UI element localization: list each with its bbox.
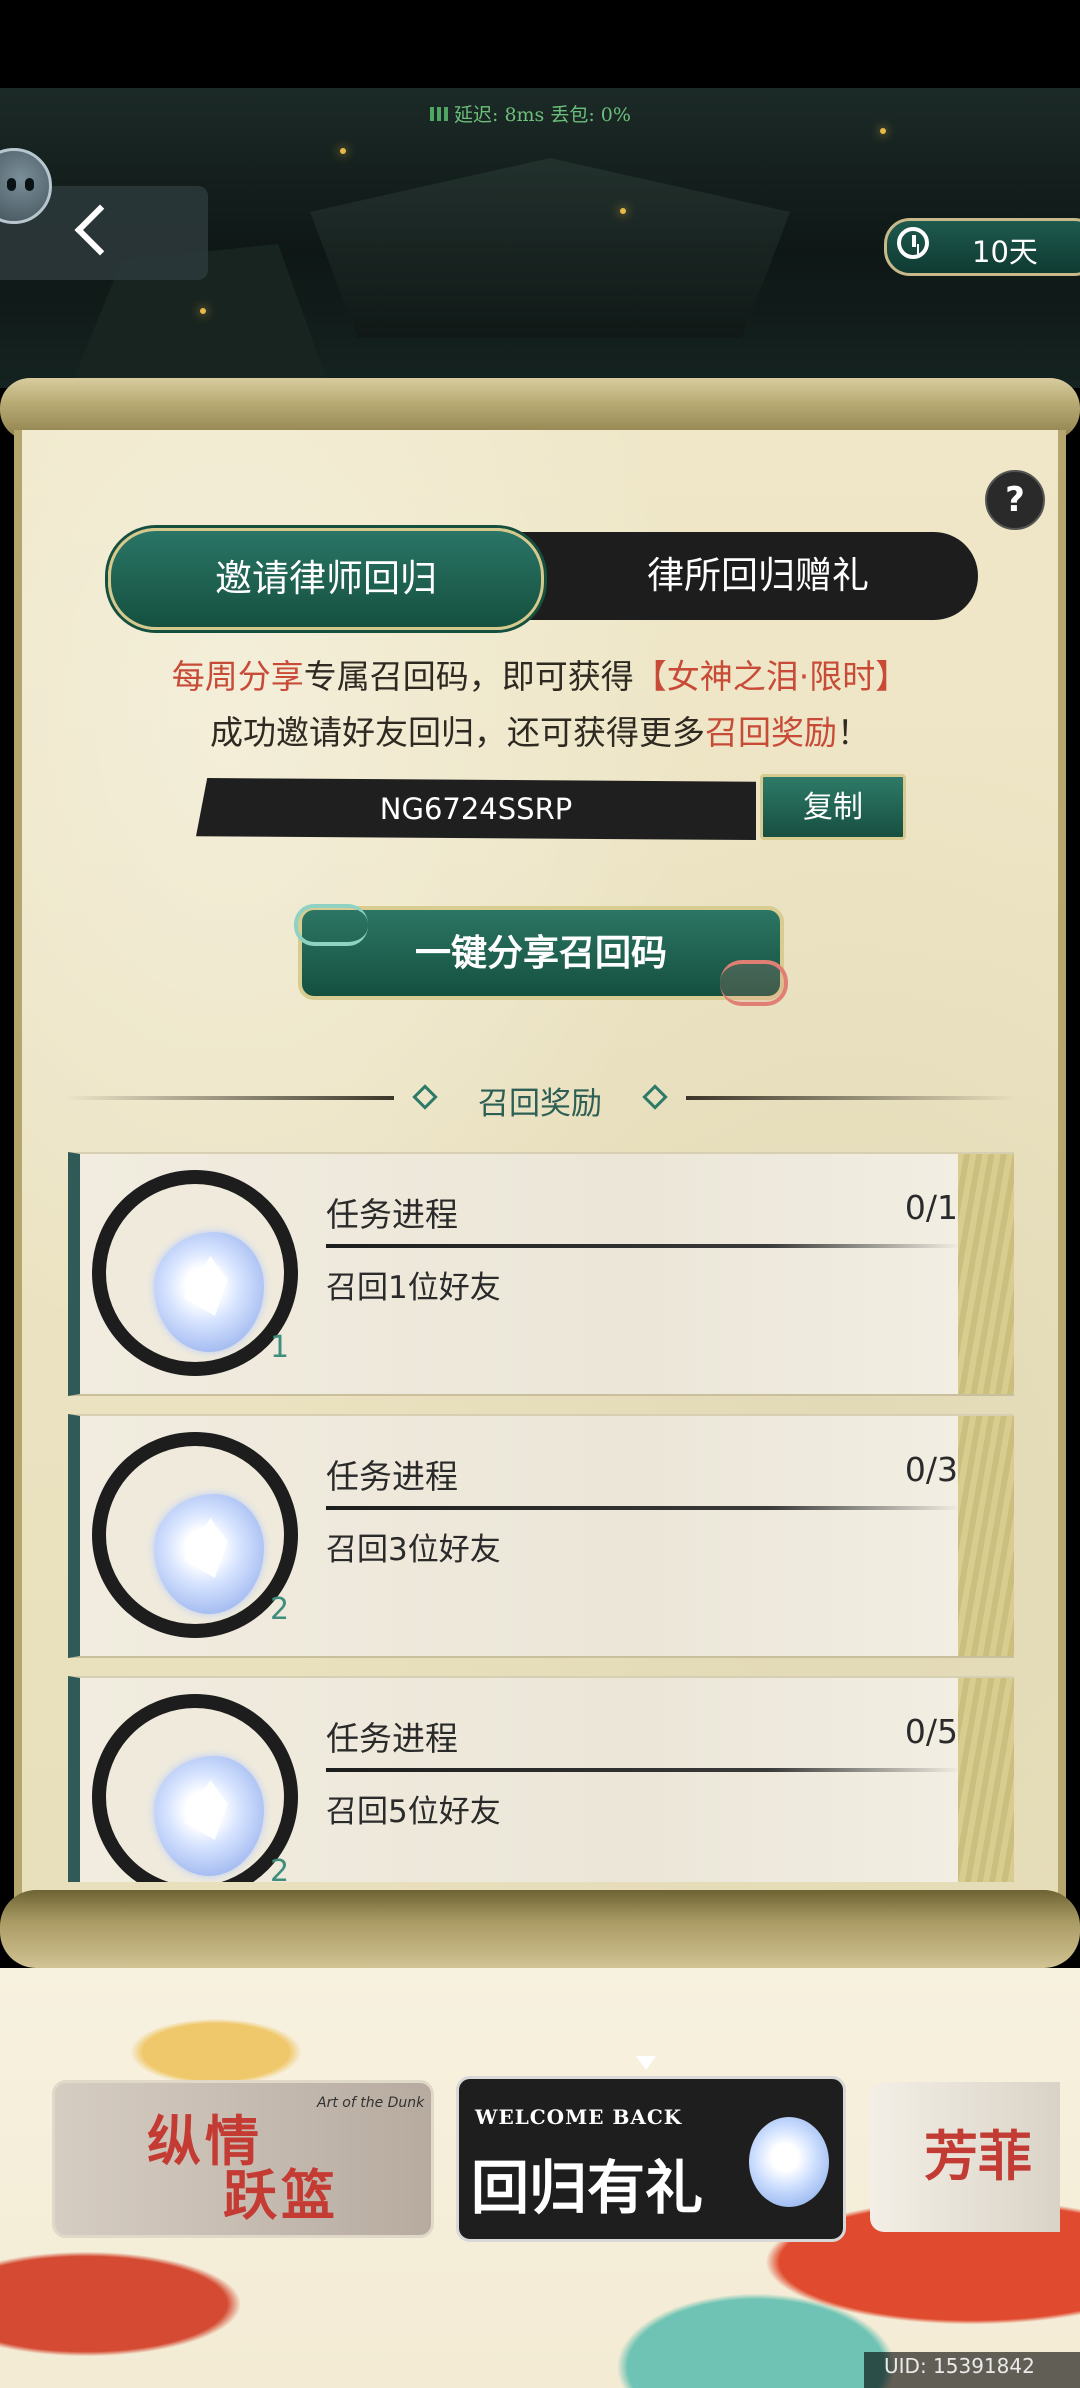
task-row: 2 任务进程 0/3 召回3位好友 [68,1414,1014,1658]
help-button[interactable]: ? [985,470,1045,530]
clock-icon [897,227,929,259]
task-list[interactable]: 1 任务进程 0/1 召回1位好友 2 任务进程 0/3 召回3位好友 2 任务… [68,1152,1014,1882]
task-description: 召回5位好友 [326,1794,501,1830]
task-row-edge [958,1154,1014,1394]
scroll-rod-bottom [0,1890,1080,1968]
sparkle-icon [200,308,206,314]
tab-invite-return[interactable]: 邀请律师回归 [108,528,544,630]
event-banner-dunk[interactable]: 纵情 跃篮 Art of the Dunk [52,2080,434,2238]
tear-gem-icon [154,1232,264,1352]
reward-slot[interactable] [92,1694,298,1882]
banner-title: 跃篮 [223,2163,339,2227]
intro-text: ！ [837,713,870,752]
sparkle-icon [340,148,346,154]
user-id: UID: 15391842 [884,2354,1035,2378]
copy-button[interactable]: 复制 [760,774,906,840]
task-description: 召回3位好友 [326,1532,501,1568]
rewards-title: 召回奖励 [478,1086,602,1122]
task-divider [326,1244,960,1248]
reward-slot[interactable] [92,1170,298,1376]
task-title: 任务进程 [326,1457,458,1496]
avatar-eye [25,178,34,191]
network-status-text: 延迟: 8ms 丢包: 0% [454,104,631,126]
tab-return-gift[interactable]: 律所回归赠礼 [468,532,978,620]
task-description: 召回1位好友 [326,1270,501,1306]
intro-line-2: 成功邀请好友回归，还可获得更多召回奖励！ [0,706,1080,754]
task-row-edge [958,1678,1014,1882]
cloud-ornament-icon [720,960,788,1006]
rewards-section-header: 召回奖励 [64,1078,1016,1122]
banner-title: 芳菲 [924,2124,1032,2188]
banner-subtitle: WELCOME BACK [475,2105,683,2129]
share-code-button[interactable]: 一键分享召回码 [294,904,788,1006]
task-progress: 0/5 [904,1712,958,1751]
task-divider [326,1768,960,1772]
task-row: 2 任务进程 0/5 召回5位好友 [68,1676,1014,1882]
timer-value: 10天 [972,235,1038,269]
task-row: 1 任务进程 0/1 召回1位好友 [68,1152,1014,1396]
task-row-edge [958,1416,1014,1656]
task-title: 任务进程 [326,1195,458,1234]
task-divider [326,1506,960,1510]
sparkle-icon [880,128,886,134]
reward-count: 2 [270,1854,290,1882]
cloud-ornament-icon [294,904,368,946]
network-status: 延迟: 8ms 丢包: 0% [430,100,631,127]
intro-highlight-reward: 【女神之泪·限时】 [633,657,909,696]
banner-title: 回归有礼 [471,2154,704,2222]
sparkle-icon [620,208,626,214]
temple-silhouette [310,158,790,338]
event-banner-next[interactable]: 芳菲 [870,2082,1060,2232]
intro-text: 成功邀请好友回归，还可获得更多 [210,713,705,752]
task-progress: 0/1 [904,1188,958,1227]
intro-text: 专属召回码，即可获得 [303,657,634,696]
event-banner-welcome-back[interactable]: WELCOME BACK 回归有礼 [456,2076,846,2242]
intro-highlight-recall: 召回奖励 [705,713,837,752]
avatar-eye [7,178,16,191]
intro-line-1: 每周分享专属召回码，即可获得【女神之泪·限时】 [0,650,1080,698]
intro-highlight-weekly: 每周分享 [171,657,304,696]
reward-count: 1 [270,1330,290,1365]
tear-gem-icon [154,1494,264,1614]
share-code-label: 一键分享召回码 [414,933,667,974]
tear-gem-icon [154,1756,264,1876]
tear-gem-icon [749,2117,829,2207]
task-progress: 0/3 [904,1450,958,1489]
selected-caret-icon [636,2056,656,2070]
reward-count: 2 [270,1592,290,1627]
reward-slot[interactable] [92,1432,298,1638]
divider-line [686,1096,1016,1100]
chevron-left-icon [74,204,126,256]
event-timer: 10天 [884,218,1080,276]
tab-bar: 律所回归赠礼 邀请律师回归 [108,528,978,630]
signal-icon [430,107,448,121]
banner-subtitle: Art of the Dunk [317,2095,425,2111]
recall-code-field: NG6724SSRP [196,778,756,840]
task-title: 任务进程 [326,1719,458,1758]
